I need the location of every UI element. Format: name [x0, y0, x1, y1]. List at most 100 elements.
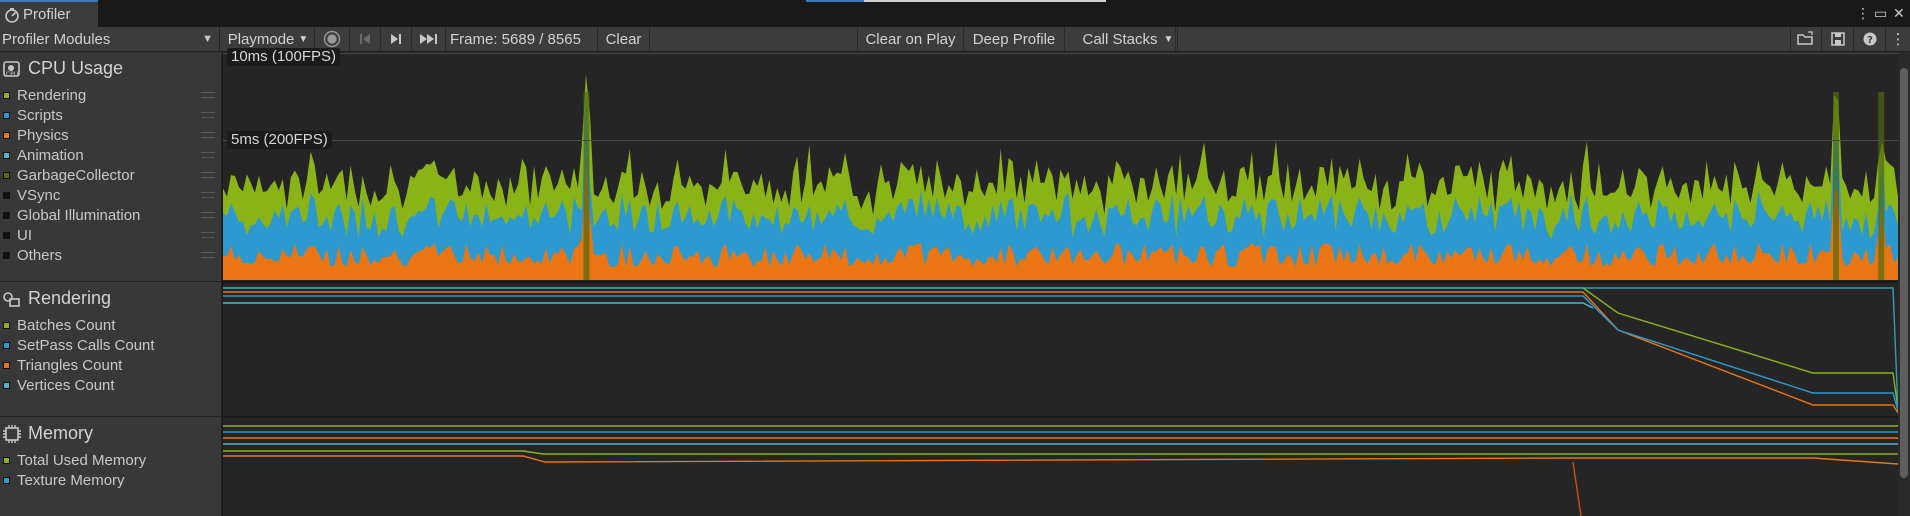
- close-icon[interactable]: ✕: [1893, 4, 1905, 22]
- legend-swatch[interactable]: [3, 191, 10, 199]
- skip-forward-icon: [419, 34, 437, 44]
- legend-swatch[interactable]: [3, 321, 10, 329]
- charts-area[interactable]: 10ms (100FPS) 5ms (200FPS): [223, 48, 1898, 516]
- legend-label: Animation: [17, 146, 84, 164]
- help-button[interactable]: ?: [1854, 27, 1886, 51]
- legend-swatch[interactable]: [3, 381, 10, 389]
- legend-item[interactable]: Vertices Count: [0, 375, 221, 395]
- legend-item[interactable]: Physics: [0, 125, 221, 145]
- cpu-gc-spike: [1833, 92, 1840, 280]
- module-memory[interactable]: Memory Total Used Memory Texture Memory: [0, 417, 221, 516]
- vertical-scrollbar[interactable]: [1898, 52, 1910, 516]
- legend-label: Scripts: [17, 106, 63, 124]
- rendering-chart[interactable]: [223, 283, 1898, 416]
- scrollbar-thumb[interactable]: [1900, 68, 1908, 478]
- legend-item[interactable]: Animation: [0, 145, 221, 165]
- legend-label: Total Used Memory: [17, 451, 147, 469]
- legend-item[interactable]: Others: [0, 245, 221, 265]
- first-frame-button[interactable]: [350, 27, 381, 51]
- legend-item[interactable]: Batches Count: [0, 315, 221, 335]
- legend-swatch[interactable]: [3, 131, 10, 139]
- legend-swatch[interactable]: [3, 361, 10, 369]
- legend-label: Batches Count: [17, 316, 116, 334]
- help-icon: ?: [1863, 32, 1876, 46]
- legend-label: Rendering: [17, 86, 87, 104]
- tab-accent: [806, 0, 1106, 2]
- module-title: Memory: [28, 423, 94, 443]
- memory-chip-icon: [3, 424, 21, 443]
- drag-handle-icon[interactable]: [201, 192, 215, 198]
- drag-handle-icon[interactable]: [201, 92, 215, 98]
- legend-swatch[interactable]: [3, 151, 10, 159]
- rendering-series-batches: [223, 287, 1898, 410]
- legend-label: Texture Memory: [17, 471, 125, 489]
- rendering-series-teal: [223, 287, 1898, 412]
- legend-item[interactable]: Triangles Count: [0, 355, 221, 375]
- legend-swatch[interactable]: [3, 211, 10, 219]
- cpu-usage-chart[interactable]: [223, 52, 1898, 281]
- clear-button[interactable]: Clear: [598, 27, 650, 51]
- legend-item[interactable]: Texture Memory: [0, 470, 221, 490]
- chevron-down-icon: ▼: [298, 33, 309, 45]
- legend-swatch[interactable]: [3, 111, 10, 119]
- frame-counter: Frame: 5689 / 8565: [446, 27, 598, 51]
- drag-handle-icon[interactable]: [201, 232, 215, 238]
- module-title: CPU Usage: [28, 58, 124, 78]
- module-rendering[interactable]: Rendering Batches Count SetPass Calls Cou…: [0, 282, 221, 416]
- drag-handle-icon[interactable]: [201, 112, 215, 118]
- save-button[interactable]: [1822, 27, 1854, 51]
- next-frame-button[interactable]: [381, 27, 412, 51]
- legend-swatch[interactable]: [3, 91, 10, 99]
- drag-handle-icon[interactable]: [201, 252, 215, 258]
- legend-item[interactable]: GarbageCollector: [0, 165, 221, 185]
- more-options-button[interactable]: ⋮: [1886, 27, 1910, 51]
- svg-text:?: ?: [1867, 35, 1873, 46]
- rendering-series-vertices: [223, 302, 1594, 309]
- guide-line-10ms: [223, 53, 1898, 54]
- memory-chart[interactable]: [223, 418, 1898, 516]
- call-stacks-dropdown[interactable]: ▼: [1160, 27, 1178, 51]
- record-icon: [323, 30, 341, 48]
- drag-handle-icon[interactable]: [201, 212, 215, 218]
- legend-label: Physics: [17, 126, 69, 144]
- module-header: Memory: [2, 423, 93, 444]
- legend-item[interactable]: Global Illumination: [0, 205, 221, 225]
- playmode-label: Playmode: [227, 30, 295, 48]
- drag-handle-icon[interactable]: [201, 172, 215, 178]
- legend-item[interactable]: VSync: [0, 185, 221, 205]
- maximize-icon[interactable]: ▭: [1874, 4, 1887, 22]
- legend-item[interactable]: UI: [0, 225, 221, 245]
- legend-swatch[interactable]: [3, 341, 10, 349]
- legend-label: Vertices Count: [17, 376, 115, 394]
- module-header: CPU CPU Usage: [2, 58, 123, 79]
- step-forward-icon: [391, 34, 401, 44]
- clear-on-play-toggle[interactable]: Clear on Play: [857, 27, 964, 51]
- legend-item[interactable]: Scripts: [0, 105, 221, 125]
- kebab-menu-icon: ⋮: [1890, 31, 1906, 48]
- module-legend-panel: CPU CPU Usage Rendering Scripts Physics Ani…: [0, 52, 222, 516]
- legend-swatch[interactable]: [3, 476, 10, 484]
- window-menu-icon[interactable]: ⋮: [1856, 4, 1870, 22]
- legend-item[interactable]: SetPass Calls Count: [0, 335, 221, 355]
- guide-label-10ms: 10ms (100FPS): [227, 48, 341, 66]
- memory-series-audio: [223, 455, 1898, 465]
- cpu-gc-spike: [1878, 92, 1885, 280]
- legend-item[interactable]: Total Used Memory: [0, 450, 221, 470]
- legend-label: Global Illumination: [17, 206, 141, 224]
- legend-swatch[interactable]: [3, 171, 10, 179]
- drag-handle-icon[interactable]: [201, 132, 215, 138]
- tab-profiler[interactable]: Profiler: [0, 0, 98, 27]
- legend-swatch[interactable]: [3, 456, 10, 464]
- legend-swatch[interactable]: [3, 251, 10, 259]
- skip-back-icon: [360, 34, 370, 44]
- legend-label: Triangles Count: [17, 356, 123, 374]
- load-button[interactable]: [1790, 27, 1822, 51]
- module-cpu-usage[interactable]: CPU CPU Usage Rendering Scripts Physics Ani…: [0, 52, 221, 281]
- drag-handle-icon[interactable]: [201, 152, 215, 158]
- legend-item[interactable]: Rendering: [0, 85, 221, 105]
- deep-profile-toggle[interactable]: Deep Profile: [964, 27, 1065, 51]
- profiler-modules-dropdown[interactable]: Profiler Modules ▼: [0, 27, 220, 51]
- svg-text:CPU: CPU: [6, 71, 18, 78]
- legend-swatch[interactable]: [3, 231, 10, 239]
- current-frame-button[interactable]: [412, 27, 446, 51]
